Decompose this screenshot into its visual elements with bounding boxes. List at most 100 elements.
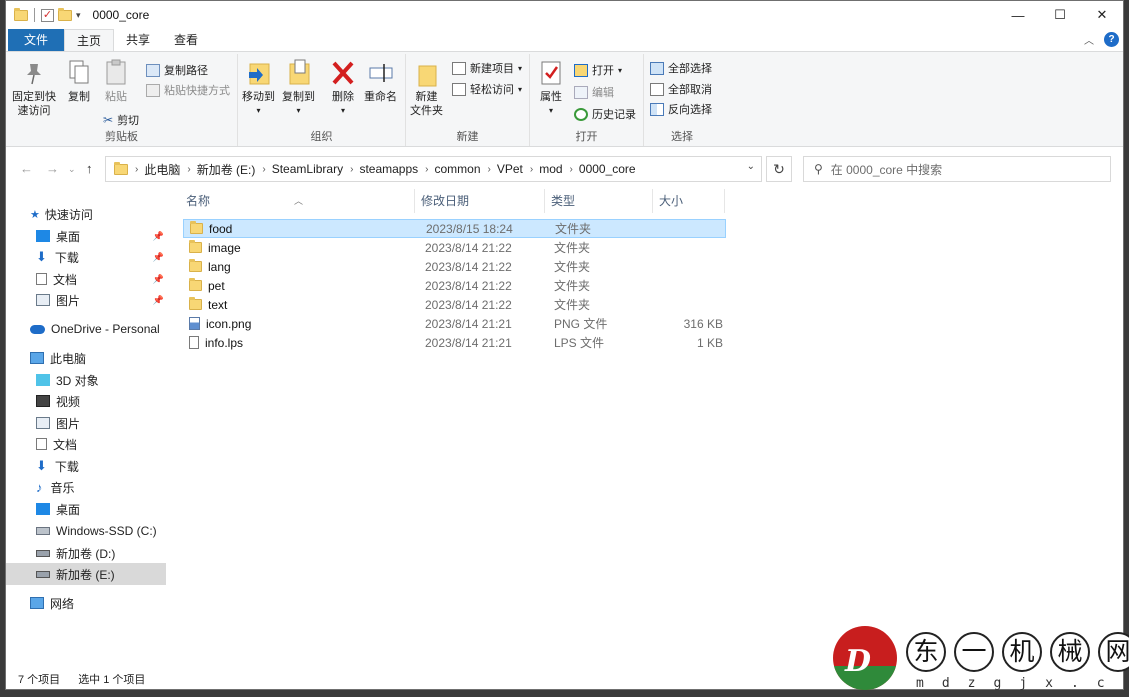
sidebar-item-network[interactable]: 网络 [6, 592, 166, 614]
sidebar-item-desktop-pc[interactable]: 桌面 [6, 498, 166, 520]
history-button[interactable]: 历史记录 [574, 106, 636, 122]
invert-selection-button[interactable]: 反向选择 [650, 101, 712, 117]
copy-path-button[interactable]: 复制路径 [146, 62, 208, 78]
recent-locations-icon[interactable]: ⌄ [68, 164, 76, 175]
chevron-down-icon[interactable]: ⌄ [747, 161, 755, 172]
forward-arrow-icon[interactable]: → [46, 161, 59, 176]
pin-quick-access-button[interactable]: 固定到快 速访问 [12, 58, 56, 118]
chevron-right-icon[interactable]: › [350, 164, 353, 175]
properties-button[interactable]: 属性 ▾ [538, 58, 564, 118]
new-item-button[interactable]: 新建项目 ▾ [452, 60, 522, 76]
sidebar-item-documents[interactable]: 文档 📌 [6, 268, 166, 290]
cut-button[interactable]: ✂ 剪切 [103, 112, 139, 128]
sidebar-item-quick-access[interactable]: ★ 快速访问 [6, 203, 166, 225]
file-row[interactable]: food 2023/8/15 18:24 文件夹 [183, 219, 726, 238]
pin-icon[interactable]: 📌 [153, 252, 164, 263]
sidebar-item-videos[interactable]: 视频 [6, 390, 166, 412]
watermark-char: 一 [954, 632, 994, 672]
breadcrumb-item[interactable]: steamapps [359, 162, 418, 176]
sidebar-item-onedrive[interactable]: OneDrive - Personal [6, 318, 166, 340]
chevron-right-icon[interactable]: › [425, 164, 428, 175]
pin-icon[interactable]: 📌 [153, 295, 164, 306]
sidebar-item-this-pc[interactable]: 此电脑 [6, 347, 166, 369]
paste-button[interactable]: 粘贴 [103, 58, 129, 104]
column-header-date[interactable]: 修改日期 [417, 189, 545, 213]
rename-button[interactable]: 重命名 [364, 58, 397, 104]
select-none-button[interactable]: 全部取消 [650, 81, 712, 97]
sidebar-item-music[interactable]: ♪ 音乐 [6, 476, 166, 498]
move-to-icon [248, 63, 269, 85]
folder-icon [189, 240, 202, 253]
file-row[interactable]: icon.png 2023/8/14 21:21 PNG 文件 316 KB [183, 314, 726, 333]
pin-icon[interactable]: 📌 [153, 231, 164, 242]
maximize-button[interactable]: ☐ [1039, 1, 1081, 29]
chevron-right-icon[interactable]: › [135, 164, 138, 175]
column-header-name[interactable]: 名称 ︿ [182, 189, 415, 213]
sidebar-item-drive-c[interactable]: Windows-SSD (C:) [6, 520, 166, 542]
edit-label: 编辑 [592, 87, 614, 99]
file-name: food [209, 221, 233, 236]
delete-button[interactable]: 删除 ▾ [330, 58, 356, 118]
select-all-button[interactable]: 全部选择 [650, 60, 712, 76]
breadcrumb-item[interactable]: SteamLibrary [272, 162, 343, 176]
help-icon[interactable]: ? [1104, 32, 1119, 47]
sidebar-item-downloads[interactable]: ⬇ 下载 📌 [6, 246, 166, 268]
breadcrumb-item[interactable]: 此电脑 [144, 161, 180, 178]
back-arrow-icon[interactable]: ← [20, 161, 33, 176]
search-box[interactable]: ⚲ 在 0000_core 中搜索 [803, 156, 1111, 182]
tab-share[interactable]: 共享 [114, 29, 162, 51]
breadcrumb-item[interactable]: 新加卷 (E:) [197, 161, 256, 178]
up-arrow-icon[interactable]: ↑ [86, 161, 93, 176]
chevron-right-icon[interactable]: › [570, 164, 573, 175]
move-to-button[interactable]: 移动到 ▾ [242, 58, 275, 118]
clipboard-group-label: 剪贴板 [105, 131, 138, 143]
breadcrumb-item[interactable]: 0000_core [579, 162, 636, 176]
open-button[interactable]: 打开 ▾ [574, 62, 622, 78]
customize-toolbar-icon[interactable]: ▾ [76, 10, 81, 21]
file-row[interactable]: image 2023/8/14 21:22 文件夹 [183, 238, 726, 257]
new-folder-icon[interactable] [58, 7, 72, 21]
sidebar-item-3d-objects[interactable]: 3D 对象 [6, 369, 166, 391]
chevron-right-icon[interactable]: › [262, 164, 265, 175]
properties-icon[interactable]: ✓ [41, 8, 54, 22]
paste-shortcut-button[interactable]: 粘贴快捷方式 [146, 82, 230, 98]
copy-button[interactable]: 复制 [66, 58, 92, 104]
tab-home[interactable]: 主页 [64, 29, 115, 51]
tab-view[interactable]: 查看 [162, 29, 210, 51]
file-row[interactable]: text 2023/8/14 21:22 文件夹 [183, 295, 726, 314]
copy-to-button[interactable]: 复制到 ▾ [282, 58, 315, 118]
file-row[interactable]: info.lps 2023/8/14 21:21 LPS 文件 1 KB [183, 333, 726, 352]
file-row[interactable]: pet 2023/8/14 21:22 文件夹 [183, 276, 726, 295]
easy-access-button[interactable]: 轻松访问 ▾ [452, 81, 522, 97]
breadcrumb-item[interactable]: common [434, 162, 480, 176]
pin-label-line2: 速访问 [17, 105, 51, 117]
ribbon-right-controls: ︿ ? [1084, 32, 1119, 47]
drive-icon [36, 527, 50, 535]
sidebar-item-downloads-pc[interactable]: ⬇ 下载 [6, 455, 166, 477]
address-bar[interactable]: › 此电脑 › 新加卷 (E:) › SteamLibrary › steama… [105, 156, 762, 182]
pin-icon[interactable]: 📌 [153, 274, 164, 285]
column-header-type[interactable]: 类型 [547, 189, 653, 213]
explorer-window: ✓ ▾ 0000_core — ☐ ✕ 文件 主页 共享 查看 ︿ ? 固定到快… [5, 0, 1124, 690]
sidebar-item-pictures-pc[interactable]: 图片 [6, 412, 166, 434]
chevron-up-icon[interactable]: ︿ [1084, 32, 1094, 47]
chevron-right-icon[interactable]: › [530, 164, 533, 175]
file-row[interactable]: lang 2023/8/14 21:22 文件夹 [183, 257, 726, 276]
sidebar-item-drive-e[interactable]: 新加卷 (E:) [6, 563, 166, 585]
refresh-button[interactable]: ↻ [766, 156, 792, 182]
new-folder-icon [418, 65, 436, 87]
sidebar-item-desktop[interactable]: 桌面 📌 [6, 225, 166, 247]
sidebar-item-documents-pc[interactable]: 文档 [6, 433, 166, 455]
sidebar-item-drive-d[interactable]: 新加卷 (D:) [6, 542, 166, 564]
sidebar-item-pictures[interactable]: 图片 📌 [6, 289, 166, 311]
chevron-right-icon[interactable]: › [187, 164, 190, 175]
close-button[interactable]: ✕ [1081, 1, 1123, 29]
edit-button[interactable]: 编辑 [574, 84, 614, 100]
minimize-button[interactable]: — [997, 1, 1039, 29]
breadcrumb-item[interactable]: mod [539, 162, 562, 176]
chevron-right-icon[interactable]: › [488, 164, 491, 175]
breadcrumb-item[interactable]: VPet [497, 162, 523, 176]
column-header-size[interactable]: 大小 [655, 189, 725, 213]
new-folder-button[interactable]: 新建 文件夹 [410, 58, 443, 118]
tab-file[interactable]: 文件 [8, 29, 65, 51]
